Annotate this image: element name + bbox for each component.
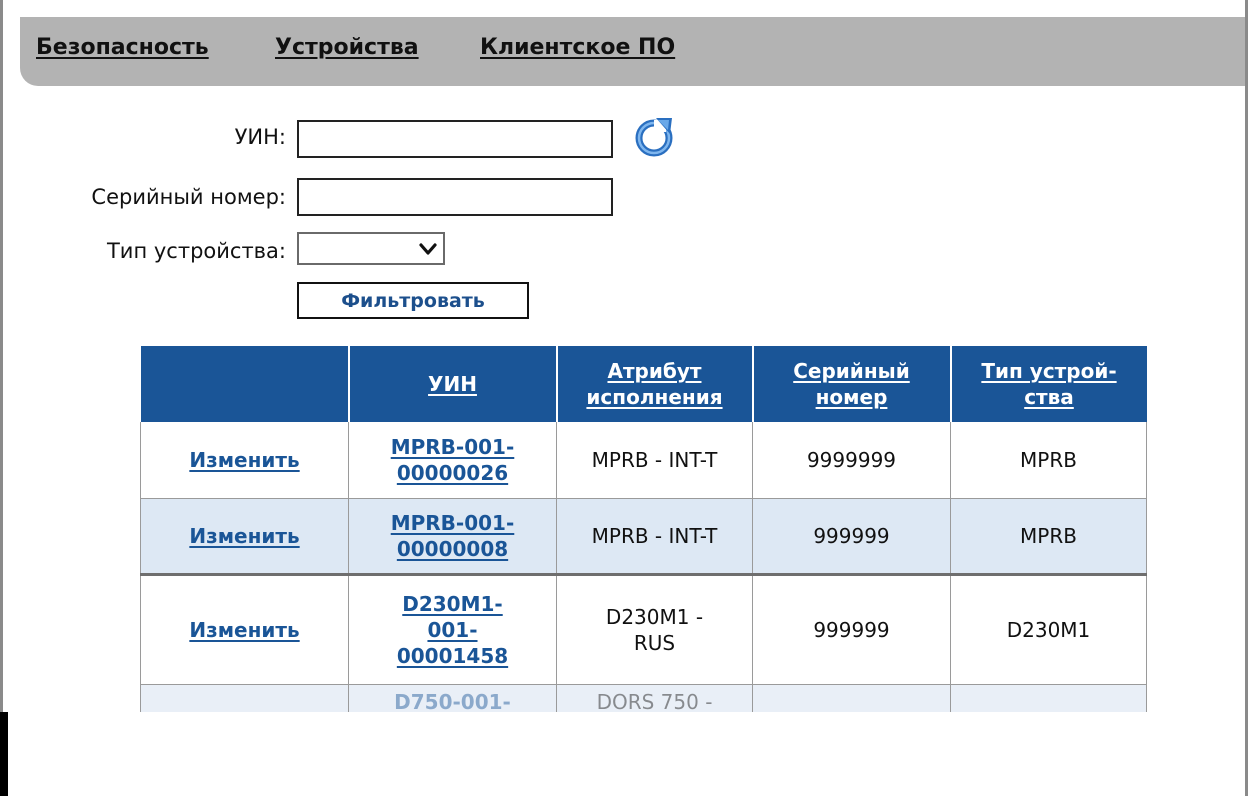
table-header-row: УИН Атрибут исполнения Серийный номер Тип …	[140, 346, 1147, 422]
header-serial: Серийный номер	[751, 346, 951, 422]
header-attribute-line2: исполнения	[586, 385, 723, 409]
top-navigation: Безопасность Устройства Клиентское ПО	[20, 17, 1245, 86]
uin-link-line: MPRB-001-	[390, 434, 515, 459]
device-type-cell: MPRB	[950, 422, 1147, 499]
sort-serial-link[interactable]: Серийный номер	[793, 358, 910, 410]
sort-attribute-link[interactable]: Атрибут исполнения	[586, 358, 722, 410]
sort-uin-link[interactable]: УИН	[428, 371, 477, 397]
viewport-cutoff	[136, 712, 1176, 802]
attribute-line: RUS	[633, 630, 676, 655]
window-left-border	[0, 0, 3, 712]
action-cell: Изменить	[140, 497, 349, 575]
attribute-line: DORS 750 -	[596, 689, 713, 714]
header-attribute: Атрибут исполнения	[555, 346, 753, 422]
nav-link-client-software[interactable]: Клиентское ПО	[480, 35, 675, 60]
serial-cell: 999999	[752, 497, 951, 575]
serial-number-input[interactable]	[297, 178, 613, 216]
header-serial-line2: номер	[815, 385, 888, 409]
table-row: Изменить MPRB-001- 00000026 MPRB - INT-T …	[140, 422, 1147, 499]
edit-link[interactable]: Изменить	[189, 617, 299, 643]
uin-cell: D230M1- 001- 00001458	[348, 572, 557, 685]
filter-button[interactable]: Фильтровать	[297, 282, 529, 319]
devices-table: УИН Атрибут исполнения Серийный номер Тип …	[140, 346, 1147, 726]
uin-link-line: 001-	[427, 617, 478, 642]
uin-link-line: 00001458	[396, 643, 509, 668]
sort-device-type-link[interactable]: Тип устрой-ства	[981, 358, 1116, 410]
uin-cell: MPRB-001- 00000026	[348, 422, 557, 499]
header-attribute-line1: Атрибут	[607, 359, 702, 383]
header-serial-line1: Серийный	[793, 359, 910, 383]
header-actions	[140, 346, 349, 422]
uin-link-line: MPRB-001-	[390, 510, 515, 535]
refresh-icon[interactable]	[630, 114, 680, 160]
table-row: Изменить MPRB-001- 00000008 MPRB - INT-T …	[140, 497, 1147, 575]
uin-link-line: D230M1-	[402, 591, 503, 616]
uin-cell: MPRB-001- 00000008	[348, 497, 557, 575]
nav-link-security[interactable]: Безопасность	[36, 35, 209, 60]
attribute-cell: MPRB - INT-T	[556, 497, 753, 575]
uin-link[interactable]: D230M1- 001- 00001458	[397, 591, 508, 669]
serial-cell: 9999999	[752, 422, 951, 499]
window-left-border-edge	[0, 712, 8, 796]
action-cell: Изменить	[140, 572, 349, 685]
uin-label: УИН:	[234, 125, 286, 149]
edit-link[interactable]: Изменить	[189, 447, 299, 473]
device-type-cell: D230M1	[950, 572, 1147, 685]
header-device-type: Тип устрой-ства	[949, 346, 1147, 422]
uin-link[interactable]: MPRB-001- 00000026	[391, 434, 515, 486]
action-cell: Изменить	[140, 422, 349, 499]
device-type-label: Тип устройства:	[106, 239, 286, 263]
nav-link-devices[interactable]: Устройства	[275, 35, 419, 60]
uin-link-line: 00000026	[396, 460, 509, 485]
header-uin: УИН	[347, 346, 557, 422]
table-row: Изменить D230M1- 001- 00001458 D230M1 - RUS…	[140, 572, 1147, 685]
chevron-down-icon	[419, 243, 437, 255]
serial-number-label: Серийный номер:	[91, 185, 286, 209]
attribute-line: D230M1 -	[605, 604, 704, 629]
edit-link[interactable]: Изменить	[189, 523, 299, 549]
serial-cell: 999999	[752, 572, 951, 685]
uin-link[interactable]: MPRB-001- 00000008	[391, 510, 515, 562]
attribute-cell: MPRB - INT-T	[556, 422, 753, 499]
header-type-line1: Тип устрой-	[981, 359, 1117, 383]
uin-link-line: 00000008	[396, 536, 509, 561]
header-type-line2: ства	[1024, 385, 1074, 409]
attribute-cell: D230M1 - RUS	[556, 572, 753, 685]
device-type-cell: MPRB	[950, 497, 1147, 575]
uin-input[interactable]	[297, 120, 613, 158]
device-type-select[interactable]	[297, 232, 445, 265]
uin-link[interactable]: D750-001-	[394, 689, 511, 715]
